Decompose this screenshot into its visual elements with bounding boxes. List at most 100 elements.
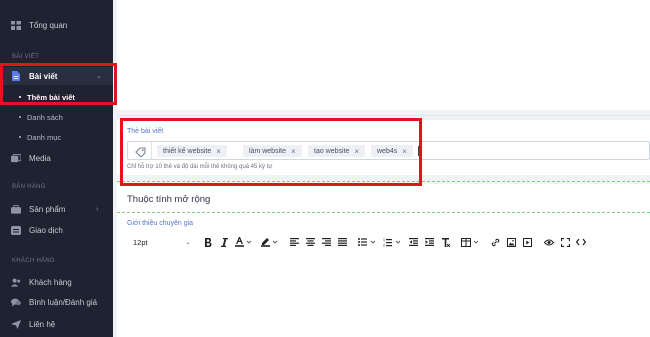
align-left-icon [289, 238, 299, 246]
sidebar-item-transactions[interactable]: Giao dịch [0, 221, 113, 239]
indent-button[interactable] [423, 233, 435, 251]
link-icon [491, 238, 499, 246]
font-size-select[interactable]: 12pt ⌄ [133, 233, 191, 251]
text-color-button[interactable] [233, 233, 255, 251]
fullscreen-icon [560, 237, 570, 247]
align-right-button[interactable] [320, 233, 332, 251]
bold-button[interactable] [202, 233, 214, 251]
tag-icon [133, 146, 147, 157]
chevron-down-icon: ⌄ [96, 73, 102, 80]
tag-chip[interactable]: web4s × [371, 145, 413, 157]
sidebar-item-label: Giao dịch [29, 225, 63, 235]
svg-text:2: 2 [383, 243, 385, 247]
section-label-customers: KHÁCH HÀNG [12, 258, 56, 264]
send-icon [11, 319, 21, 329]
outdent-button[interactable] [407, 233, 419, 251]
close-icon[interactable]: × [354, 147, 359, 156]
italic-icon [220, 237, 228, 247]
sidebar-item-label: Liên hệ [29, 319, 56, 329]
numbered-list-button[interactable]: 12 [382, 233, 404, 251]
tag-chip[interactable]: làm website × [243, 145, 302, 157]
media-icon [11, 153, 21, 163]
tag-chip-label: tạo website [314, 147, 350, 155]
highlight-icon [261, 238, 278, 247]
numbered-list-icon: 12 [383, 238, 401, 247]
sidebar-item-contact[interactable]: Liên hệ [0, 315, 113, 333]
section-label-posts: BÀI VIẾT [12, 54, 40, 60]
sidebar-item-posts[interactable]: Bài viết ⌄ [0, 67, 113, 85]
sidebar-subitem-add-post[interactable]: Thêm bài viết [0, 90, 113, 104]
close-icon[interactable]: × [291, 147, 296, 156]
sidebar-subitem-label: Danh sách [27, 112, 63, 122]
sidebar-subitem-list[interactable]: Danh sách [0, 110, 113, 124]
sidebar-item-label: Sản phẩm [29, 204, 66, 214]
extended-panel [117, 184, 650, 337]
text-color-icon [235, 237, 252, 247]
highlight-color-button[interactable] [259, 233, 281, 251]
code-icon [576, 238, 586, 246]
align-justify-icon [337, 238, 347, 246]
sidebar-subitem-category[interactable]: Danh mục [0, 130, 113, 144]
document-icon [11, 71, 21, 81]
tag-chip[interactable]: tạo website × [308, 145, 366, 157]
bullet-icon [19, 136, 21, 138]
close-icon[interactable]: × [402, 147, 407, 156]
comments-icon [11, 298, 21, 307]
sidebar-subitem-label: Danh mục [27, 132, 62, 142]
bullet-list-button[interactable] [357, 233, 379, 251]
sidebar-item-label: Bình luận/Đánh giá [29, 297, 98, 307]
sidebar-item-label: Khách hàng [29, 277, 72, 287]
video-icon [522, 237, 532, 247]
sidebar-item-label: Media [29, 153, 51, 163]
bullet-icon [19, 116, 21, 118]
preview-button[interactable] [543, 233, 555, 251]
source-code-button[interactable] [575, 233, 587, 251]
text-caret [418, 146, 419, 156]
sidebar-item-overview[interactable]: Tổng quan [0, 16, 113, 34]
image-button[interactable] [505, 233, 517, 251]
clear-format-button[interactable] [439, 233, 451, 251]
table-button[interactable] [460, 233, 482, 251]
close-icon[interactable]: × [216, 147, 221, 156]
section-divider [117, 181, 650, 182]
sidebar-item-media[interactable]: Media [0, 149, 113, 167]
bullet-icon [19, 96, 21, 98]
tags-hint: Chỉ hỗ trợ 10 thẻ và độ dài mỗi thẻ khôn… [127, 164, 273, 170]
align-center-button[interactable] [304, 233, 316, 251]
image-icon [506, 237, 516, 247]
sidebar-item-customers[interactable]: Khách hàng [0, 273, 113, 291]
tags-input[interactable]: thiết kế website × làm website × tạo websi… [127, 141, 650, 160]
outdent-icon [408, 238, 418, 246]
table-icon [461, 237, 479, 247]
sidebar-item-products[interactable]: Sản phẩm › [0, 200, 113, 218]
heading-divider [117, 212, 650, 213]
link-button[interactable] [489, 233, 501, 251]
divider [117, 115, 650, 116]
align-left-button[interactable] [288, 233, 300, 251]
indent-icon [424, 238, 434, 246]
editor-toolbar: 12pt ⌄ 12 [127, 233, 650, 251]
italic-button[interactable] [218, 233, 230, 251]
tag-chip-label: làm website [249, 147, 286, 155]
font-size-value: 12pt [133, 237, 148, 247]
bold-icon [205, 237, 212, 247]
clear-format-icon [441, 237, 450, 247]
sidebar: Tổng quan BÀI VIẾT Bài viết ⌄ Thêm bài v… [0, 0, 113, 337]
tag-chip[interactable]: thiết kế website × [157, 145, 227, 157]
bullet-list-icon [358, 238, 376, 246]
eye-icon [544, 239, 554, 245]
transaction-icon [11, 225, 21, 235]
content-editor-area[interactable] [117, 0, 650, 110]
fullscreen-button[interactable] [559, 233, 571, 251]
align-center-icon [305, 238, 315, 246]
separator [151, 142, 152, 159]
users-icon [11, 278, 21, 287]
video-button[interactable] [521, 233, 533, 251]
chevron-down-icon: ⌄ [185, 239, 191, 246]
expert-intro-label: Giới thiệu chuyên gia [127, 220, 194, 227]
chevron-right-icon: › [96, 205, 99, 213]
sidebar-item-reviews[interactable]: Bình luận/Đánh giá [0, 293, 113, 311]
sidebar-item-label: Tổng quan [29, 20, 68, 30]
align-justify-button[interactable] [336, 233, 348, 251]
align-right-icon [321, 238, 331, 246]
